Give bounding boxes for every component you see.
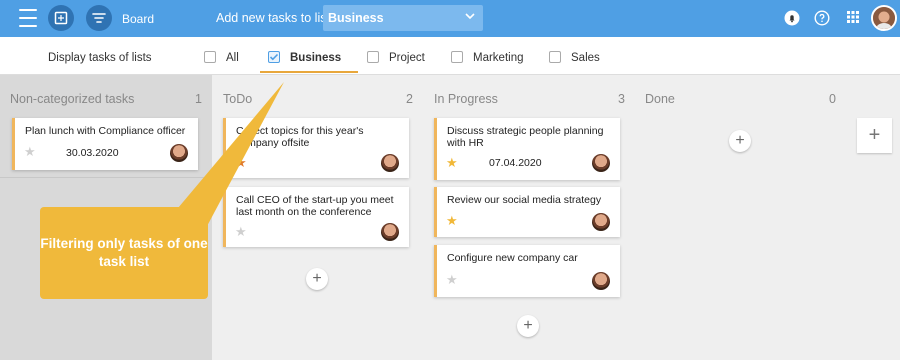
task-card[interactable]: Collect topics for this year's company o… (223, 118, 409, 178)
checkbox-project[interactable] (367, 51, 379, 63)
list-filter-bar: Display tasks of lists All Business Proj… (0, 37, 900, 75)
task-title: Review our social media strategy (447, 194, 602, 206)
top-bar: Board Add new tasks to list Business (0, 0, 900, 37)
column-title-todo: ToDo (223, 92, 253, 106)
column-count-done: 0 (829, 92, 836, 106)
task-title: Configure new company car (447, 252, 578, 264)
task-list-select[interactable]: Business (323, 5, 483, 31)
filter-option-sales[interactable]: Sales (571, 52, 600, 64)
star-icon[interactable]: ★ (235, 225, 247, 238)
board-label: Board (122, 12, 155, 26)
task-title: Call CEO of the start-up you meet last m… (236, 194, 394, 218)
filter-option-all[interactable]: All (226, 52, 239, 64)
filter-icon[interactable] (86, 5, 112, 31)
apps-grid-icon[interactable] (846, 10, 860, 29)
star-icon[interactable]: ★ (446, 273, 458, 286)
column-count-inprogress: 3 (618, 92, 625, 106)
add-tasks-label: Add new tasks to list (216, 11, 330, 25)
task-title: Plan lunch with Compliance officer (25, 125, 186, 137)
filter-option-marketing[interactable]: Marketing (473, 52, 524, 64)
active-filter-underline (260, 71, 358, 73)
assignee-avatar (592, 272, 610, 290)
add-task-button-done[interactable]: + (729, 130, 751, 152)
column-count-todo: 2 (406, 92, 413, 106)
checkbox-all[interactable] (204, 51, 216, 63)
star-icon[interactable]: ★ (446, 156, 458, 169)
board-view-icon[interactable] (48, 5, 74, 31)
assignee-avatar (592, 213, 610, 231)
task-card[interactable]: Call CEO of the start-up you meet last m… (223, 187, 409, 247)
add-task-button-todo[interactable]: + (306, 268, 328, 290)
assignee-avatar (592, 154, 610, 172)
column-title-done: Done (645, 92, 675, 106)
task-title: Discuss strategic people planning with H… (447, 125, 604, 149)
task-due-date: 30.03.2020 (66, 147, 119, 159)
filter-option-business[interactable]: Business (290, 52, 341, 64)
star-icon[interactable]: ★ (446, 214, 458, 227)
assignee-avatar (381, 154, 399, 172)
checkbox-business[interactable] (268, 51, 280, 63)
star-icon[interactable]: ★ (24, 145, 36, 158)
task-list-select-value: Business (328, 11, 384, 25)
checkbox-sales[interactable] (549, 51, 561, 63)
help-icon[interactable] (814, 10, 830, 31)
star-icon[interactable]: ★ (235, 156, 247, 169)
filter-option-project[interactable]: Project (389, 52, 425, 64)
callout-text: Filtering only tasks of one task list (40, 236, 208, 269)
task-due-date: 07.04.2020 (489, 157, 542, 169)
column-divider (0, 177, 212, 178)
column-title-inprogress: In Progress (434, 92, 498, 106)
add-column-button[interactable]: + (857, 118, 892, 153)
add-task-button-inprogress[interactable]: + (517, 315, 539, 337)
task-title: Collect topics for this year's company o… (236, 125, 364, 149)
chevron-down-icon (464, 10, 476, 25)
task-card[interactable]: Configure new company car ★ (434, 245, 620, 297)
task-card[interactable]: Discuss strategic people planning with H… (434, 118, 620, 180)
user-avatar[interactable] (871, 5, 897, 31)
menu-icon[interactable] (18, 9, 38, 27)
task-card[interactable]: Plan lunch with Compliance officer ★ 30.… (12, 118, 198, 170)
check-icon (269, 53, 279, 61)
task-card[interactable]: Review our social media strategy ★ (434, 187, 620, 237)
assignee-avatar (170, 144, 188, 162)
annotation-callout: Filtering only tasks of one task list (40, 207, 208, 299)
checkbox-marketing[interactable] (451, 51, 463, 63)
assignee-avatar (381, 223, 399, 241)
column-count-noncategorized: 1 (195, 92, 202, 106)
filter-label: Display tasks of lists (48, 52, 152, 64)
column-title-noncategorized: Non-categorized tasks (10, 92, 135, 106)
notifications-icon[interactable] (784, 10, 800, 31)
